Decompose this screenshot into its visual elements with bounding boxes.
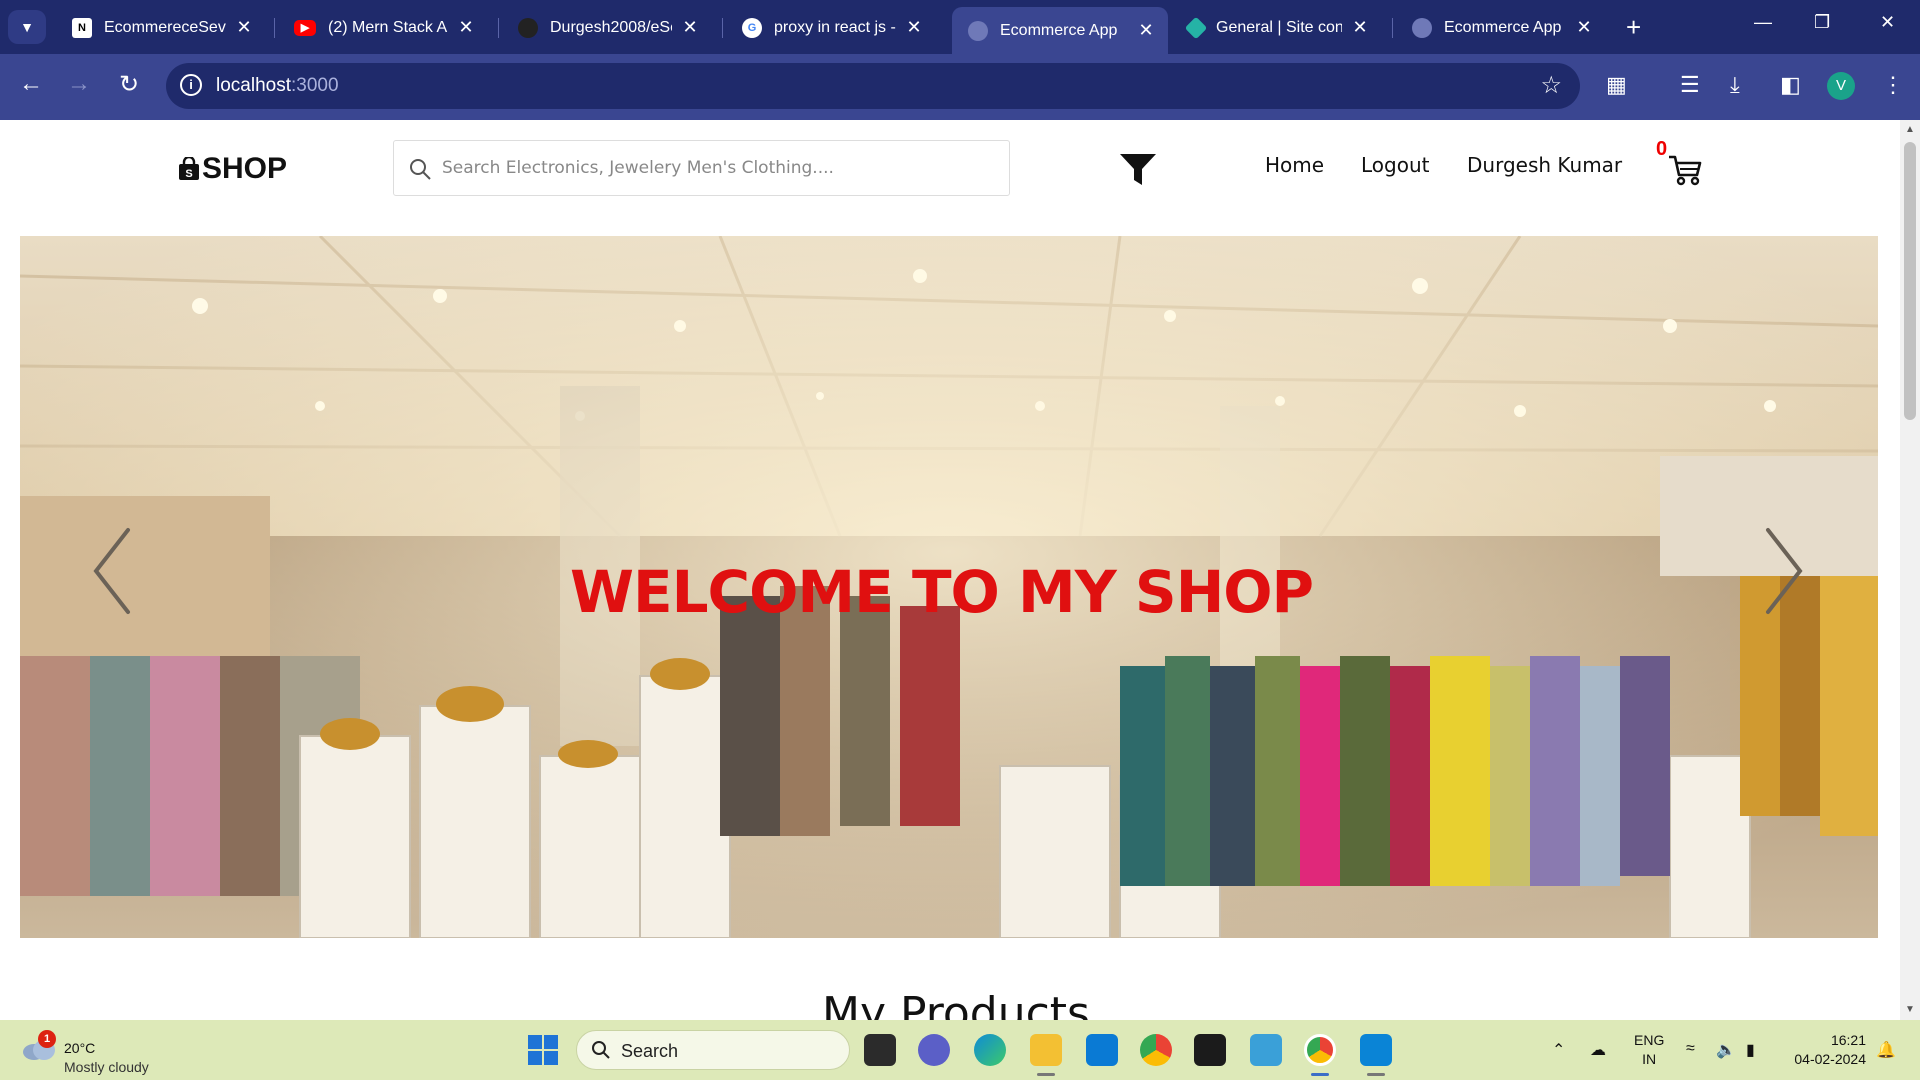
address-bar[interactable]: i localhost:3000 ☆ [166, 63, 1580, 109]
minimize-icon[interactable]: — [1754, 12, 1772, 33]
globe-icon [968, 20, 988, 41]
google-icon: G [742, 17, 762, 38]
app-active-indicator [1311, 1073, 1329, 1076]
tab-ecommerece-sever[interactable]: N EcommereceSever ✕ [56, 9, 266, 46]
close-tab-icon[interactable]: ✕ [456, 17, 476, 38]
site-logo[interactable]: S SHOP [178, 152, 287, 186]
nav-logout-link[interactable]: Logout [1361, 153, 1429, 177]
windows-start-icon[interactable] [528, 1035, 558, 1065]
search-input[interactable] [442, 141, 1002, 195]
notion-icon: N [72, 17, 92, 38]
weather-condition-text: Mostly cloudy [64, 1059, 149, 1075]
close-window-icon[interactable]: ✕ [1880, 12, 1895, 33]
weather-alert-badge: 1 [38, 1030, 56, 1048]
weather-widget[interactable]: 1 20°C Mostly cloudy [22, 1030, 172, 1075]
media-controls-icon[interactable]: ☰ [1680, 72, 1700, 98]
close-tab-icon[interactable]: ✕ [234, 17, 254, 38]
temperature-text: 20°C [64, 1040, 96, 1056]
battery-icon[interactable]: ▮ [1746, 1040, 1755, 1060]
hero-title: WELCOME TO MY SHOP [570, 558, 1314, 626]
site-info-icon[interactable]: i [180, 74, 202, 96]
restore-icon[interactable]: ❐ [1814, 12, 1830, 33]
tab-divider [722, 18, 723, 38]
reload-icon[interactable]: ↻ [112, 70, 146, 99]
scrollbar-thumb[interactable] [1904, 142, 1916, 420]
browser-tab-strip: ▼ N EcommereceSever ✕ ▶ (2) Mern Stack A… [0, 0, 1920, 54]
globe-icon [1412, 17, 1432, 38]
tab-divider [498, 18, 499, 38]
windows-taskbar: 1 20°C Mostly cloudy Search ⌃ ☁ ENG IN ≈… [0, 1020, 1920, 1080]
shopping-cart-icon[interactable] [1668, 154, 1702, 186]
volume-icon[interactable]: 🔈 [1716, 1040, 1736, 1060]
search-icon [592, 1041, 610, 1059]
shopping-bag-icon: S [179, 157, 199, 180]
nav-user-name[interactable]: Durgesh Kumar [1467, 153, 1622, 177]
extensions-icon[interactable]: ▦ [1606, 72, 1627, 98]
onedrive-icon[interactable]: ☁ [1590, 1040, 1606, 1060]
tab-google-search[interactable]: G proxy in react js - G ✕ [726, 9, 936, 46]
more-menu-icon[interactable]: ⋮ [1882, 72, 1904, 98]
github-icon [518, 17, 538, 38]
carousel-next-icon[interactable] [1764, 526, 1804, 616]
carousel-prev-icon[interactable] [92, 526, 132, 616]
close-tab-icon[interactable]: ✕ [1350, 17, 1370, 38]
app-running-indicator [1037, 1073, 1055, 1076]
system-clock[interactable]: 16:21 04-02-2024 [1786, 1031, 1866, 1069]
forward-arrow-icon[interactable]: → [62, 70, 96, 98]
tab-netlify-site-config[interactable]: General | Site confi ✕ [1172, 9, 1382, 46]
scroll-up-icon[interactable]: ▲ [1905, 124, 1915, 135]
new-tab-icon[interactable]: + [1626, 12, 1641, 43]
cart-count-badge: 0 [1656, 138, 1668, 160]
hero-carousel: WELCOME TO MY SHOP [20, 236, 1878, 938]
tab-mern-stack[interactable]: ▶ (2) Mern Stack App ✕ [278, 9, 488, 46]
keyboard-app-icon[interactable] [1250, 1034, 1282, 1066]
products-section-title: My Products [822, 988, 1090, 1020]
profile-avatar[interactable]: V [1827, 72, 1855, 100]
browser-toolbar: ← → ↻ i localhost:3000 ☆ ▦ ☰ ⤓ ◧ V ⋮ [0, 54, 1920, 120]
input-language[interactable]: ENG IN [1634, 1031, 1664, 1069]
chrome-profile-icon[interactable] [1304, 1034, 1336, 1066]
page-viewport: S SHOP Home Logout Durgesh Kumar 0 [0, 120, 1900, 1020]
task-view-icon[interactable] [864, 1034, 896, 1066]
vscode-icon[interactable] [1360, 1034, 1392, 1066]
url-text[interactable]: localhost:3000 [216, 75, 339, 97]
nav-home-link[interactable]: Home [1265, 153, 1324, 177]
product-search-box[interactable] [393, 140, 1010, 196]
tab-ecommerce-app[interactable]: Ecommerce App ✕ [1396, 9, 1606, 46]
store-app-icon[interactable] [1086, 1034, 1118, 1066]
tab-ecommerce-app-active[interactable]: Ecommerce App ✕ [952, 7, 1168, 54]
netlify-icon [1184, 16, 1208, 39]
downloads-icon[interactable]: ⤓ [1730, 72, 1740, 98]
teams-chat-icon[interactable] [918, 1034, 950, 1066]
close-tab-icon[interactable]: ✕ [904, 17, 924, 38]
search-icon [410, 159, 431, 180]
close-tab-icon[interactable]: ✕ [680, 17, 700, 38]
edge-browser-icon[interactable] [974, 1034, 1006, 1066]
tab-divider [274, 18, 275, 38]
close-tab-icon[interactable]: ✕ [1574, 17, 1594, 38]
terminal-icon[interactable] [1194, 1034, 1226, 1066]
notification-bell-icon[interactable]: 🔔 [1876, 1040, 1896, 1060]
show-hidden-icons-chevron-icon[interactable]: ⌃ [1552, 1040, 1565, 1060]
tab-github-repo[interactable]: Durgesh2008/eSev ✕ [502, 9, 712, 46]
scroll-down-icon[interactable]: ▼ [1905, 1004, 1915, 1015]
page-scrollbar[interactable]: ▲ ▼ [1900, 120, 1920, 1020]
side-panel-icon[interactable]: ◧ [1780, 72, 1801, 98]
chrome-icon[interactable] [1140, 1034, 1172, 1066]
close-tab-icon[interactable]: ✕ [1136, 20, 1156, 41]
file-explorer-icon[interactable] [1030, 1034, 1062, 1066]
chevron-down-icon: ▼ [20, 19, 34, 35]
filter-icon[interactable] [1120, 152, 1156, 186]
taskbar-search-box[interactable]: Search [576, 1030, 850, 1070]
wifi-icon[interactable]: ≈ [1686, 1040, 1695, 1058]
youtube-icon: ▶ [294, 19, 316, 36]
back-arrow-icon[interactable]: ← [14, 70, 48, 98]
bookmark-star-icon[interactable]: ☆ [1540, 71, 1562, 100]
app-running-indicator [1367, 1073, 1385, 1076]
svg-text:S: S [185, 168, 192, 180]
tab-search-button[interactable]: ▼ [8, 10, 46, 44]
tab-divider [1392, 18, 1393, 38]
taskbar-search-label: Search [621, 1041, 679, 1061]
